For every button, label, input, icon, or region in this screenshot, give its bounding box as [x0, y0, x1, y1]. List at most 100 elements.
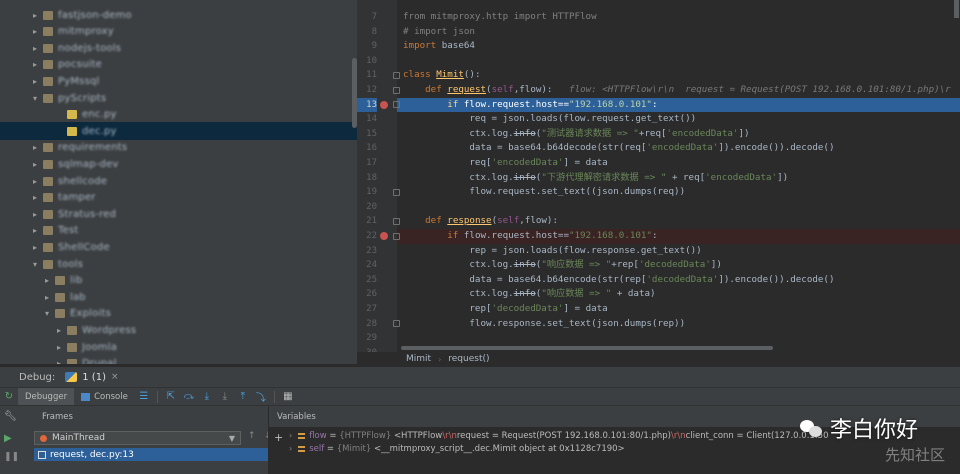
line-number[interactable]: 8 — [357, 25, 377, 40]
chevron-down-icon[interactable]: ▾ — [30, 94, 40, 103]
editor-vertical-scrollbar[interactable] — [954, 0, 959, 18]
debug-session-tab[interactable]: 1 (1) × — [65, 372, 119, 383]
tree-item[interactable]: ▸ ShellCode — [0, 238, 357, 256]
tree-item[interactable]: ▸ Joomla — [0, 338, 357, 356]
tree-item[interactable]: ▾ Exploits — [0, 305, 357, 323]
tree-item[interactable]: ▸ fastjson-demo — [0, 6, 357, 24]
frame-item[interactable]: request, dec.py:13 — [34, 448, 268, 461]
menu-icon[interactable]: ☰ — [138, 391, 150, 403]
line-number[interactable]: 14 — [357, 112, 377, 127]
code-line[interactable]: ctx.log.info("响应数据 => "+rep['decodedData… — [403, 258, 960, 273]
line-number[interactable]: 26 — [357, 287, 377, 302]
line-number[interactable]: 27 — [357, 302, 377, 317]
code-line[interactable] — [403, 200, 960, 215]
code-line[interactable]: def request(self,flow): flow: <HTTPFlow\… — [403, 83, 960, 98]
code-line[interactable]: def response(self,flow): — [403, 214, 960, 229]
code-line[interactable]: rep = json.loads(flow.response.get_text(… — [403, 244, 960, 259]
fold-marker-icon[interactable] — [393, 101, 400, 109]
tree-item[interactable]: ▾ tools — [0, 255, 357, 273]
pause-icon[interactable]: ❚❚ — [4, 452, 19, 462]
tree-item[interactable]: dec.py — [0, 122, 357, 141]
line-number[interactable]: 13 — [357, 97, 377, 113]
editor-horizontal-scrollbar[interactable] — [401, 346, 773, 350]
add-watch-icon[interactable]: + — [274, 431, 283, 444]
tree-item[interactable]: ▸ lib — [0, 272, 357, 290]
line-number[interactable]: 23 — [357, 244, 377, 259]
chevron-right-icon[interactable]: ▸ — [30, 177, 40, 186]
evaluate-expression-icon[interactable]: ▦ — [282, 391, 294, 403]
code-line[interactable]: req['encodedData'] = data — [403, 156, 960, 171]
fold-marker-icon[interactable] — [393, 218, 400, 226]
chevron-right-icon[interactable]: ▸ — [30, 160, 40, 169]
code-line[interactable]: if flow.request.host=="192.168.0.101": — [403, 98, 960, 113]
chevron-right-icon[interactable]: ▸ — [30, 226, 40, 235]
line-number[interactable]: 15 — [357, 127, 377, 142]
chevron-right-icon[interactable]: ▸ — [30, 27, 40, 36]
tree-item[interactable]: ▾ pyScripts — [0, 89, 357, 107]
code-line[interactable]: ctx.log.info("下游代理解密请求数据 => " + req['enc… — [403, 171, 960, 186]
step-over-icon[interactable]: ⤼ — [183, 391, 195, 403]
code-line[interactable]: import base64 — [403, 39, 960, 54]
chevron-right-icon[interactable]: › — [289, 431, 292, 440]
code-line[interactable]: from mitmproxy.http import HTTPFlow — [403, 10, 960, 25]
line-number[interactable]: 10 — [357, 54, 377, 69]
step-into-my-code-icon[interactable]: ⤓ — [219, 391, 231, 403]
chevron-right-icon[interactable]: › — [289, 444, 292, 453]
chevron-right-icon[interactable]: ▸ — [30, 193, 40, 202]
code-line[interactable] — [403, 54, 960, 69]
tree-item[interactable]: enc.py — [0, 106, 357, 124]
code-line[interactable] — [403, 331, 960, 346]
chevron-right-icon[interactable]: ▸ — [30, 44, 40, 53]
run-to-cursor-icon[interactable]: ⤵ — [255, 391, 267, 404]
fold-marker-icon[interactable] — [393, 320, 400, 328]
code-line[interactable]: # import json — [403, 25, 960, 40]
tree-item[interactable]: ▸ shellcode — [0, 172, 357, 190]
chevron-down-icon[interactable]: ▾ — [42, 309, 52, 318]
tree-item[interactable]: ▸ Stratus-red — [0, 205, 357, 223]
wrench-icon[interactable]: 🔧︎ — [4, 411, 17, 422]
fold-marker-icon[interactable] — [393, 72, 400, 80]
line-number[interactable]: 17 — [357, 156, 377, 171]
breakpoint-icon[interactable] — [380, 100, 388, 109]
code-line[interactable]: rep['decodedData'] = data — [403, 302, 960, 317]
code-line[interactable]: if flow.request.host=="192.168.0.101": — [403, 229, 960, 244]
line-number[interactable]: 9 — [357, 39, 377, 54]
close-icon[interactable]: × — [111, 372, 119, 382]
line-number[interactable]: 25 — [357, 273, 377, 288]
code-line[interactable]: data = base64.b64decode(str(req['encoded… — [403, 141, 960, 156]
line-number[interactable]: 18 — [357, 171, 377, 186]
tab-console[interactable]: Console — [74, 388, 135, 406]
project-tree[interactable]: ▸ fastjson-demo ▸ mitmproxy ▸ nodejs-tools ▸ po… — [0, 0, 357, 364]
code-line[interactable]: class Mimit(): — [403, 68, 960, 83]
chevron-right-icon[interactable]: ▸ — [30, 210, 40, 219]
chevron-down-icon[interactable]: ▾ — [30, 260, 40, 269]
variable-row[interactable]: › self = {Mimit} <__mitmproxy_script__.d… — [289, 442, 625, 455]
breadcrumb-class[interactable]: Mimit — [406, 354, 431, 364]
chevron-right-icon[interactable]: ▸ — [42, 276, 52, 285]
line-number[interactable]: 7 — [357, 10, 377, 25]
tree-item[interactable]: ▸ Wordpress — [0, 321, 357, 339]
tree-item[interactable]: ▸ nodejs-tools — [0, 39, 357, 57]
chevron-right-icon[interactable]: ▸ — [54, 359, 64, 364]
line-number[interactable]: 28 — [357, 317, 377, 332]
chevron-right-icon[interactable]: ▸ — [30, 77, 40, 86]
fold-marker-icon[interactable] — [393, 86, 400, 94]
code-line[interactable]: ctx.log.info("测试器请求数据 => "+req['encodedD… — [403, 127, 960, 142]
line-number[interactable]: 12 — [357, 83, 377, 98]
chevron-right-icon[interactable]: ▸ — [30, 143, 40, 152]
line-number[interactable]: 19 — [357, 185, 377, 200]
tree-item[interactable]: ▸ lab — [0, 288, 357, 306]
step-into-icon[interactable]: ⤓ — [201, 391, 213, 403]
chevron-right-icon[interactable]: ▸ — [30, 60, 40, 69]
tree-item[interactable]: ▸ Drupal — [0, 355, 357, 364]
step-out-icon[interactable]: ⤒ — [237, 391, 249, 403]
line-number[interactable]: 11 — [357, 68, 377, 83]
breadcrumb-method[interactable]: request() — [448, 354, 489, 364]
chevron-right-icon[interactable]: ▸ — [54, 343, 64, 352]
chevron-right-icon[interactable]: ▸ — [30, 11, 40, 20]
tree-item[interactable]: ▸ mitmproxy — [0, 23, 357, 41]
tree-item[interactable]: ▸ requirements — [0, 139, 357, 157]
tree-item[interactable]: ▸ Test — [0, 222, 357, 240]
resume-icon[interactable]: ▶ — [4, 433, 12, 444]
code-line[interactable]: flow.request.set_text((json.dumps(req)) — [403, 185, 960, 200]
